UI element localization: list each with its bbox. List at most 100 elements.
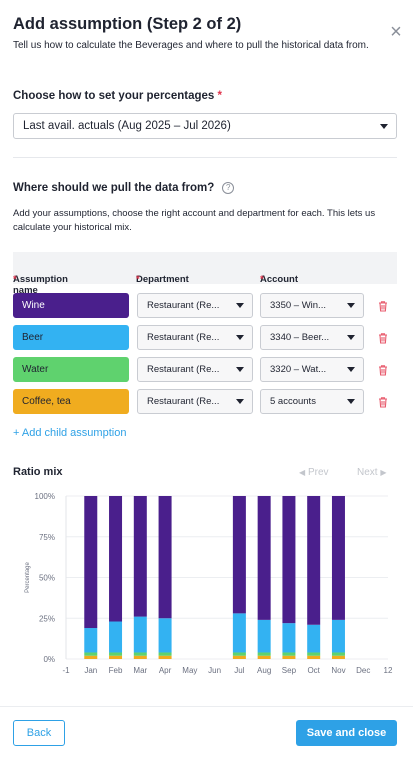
y-tick-label: 100% [35, 492, 55, 501]
account-select[interactable]: 3320 – Wat... [260, 357, 364, 382]
account-select-value: 3350 – Win... [270, 300, 326, 311]
bar-segment [257, 655, 271, 659]
required-mark: * [13, 274, 17, 285]
chevron-down-icon [347, 303, 355, 308]
bar-segment [232, 655, 246, 659]
account-select-value: 3320 – Wat... [270, 364, 327, 375]
chevron-down-icon [236, 399, 244, 404]
percentages-select[interactable]: Last avail. actuals (Aug 2025 – Jul 2026… [13, 113, 397, 139]
footer-divider [0, 706, 413, 707]
account-select[interactable]: 3350 – Win... [260, 293, 364, 318]
bar-segment [282, 496, 296, 624]
bar-segment [257, 619, 271, 653]
trash-icon[interactable] [376, 395, 390, 409]
account-select[interactable]: 3340 – Beer... [260, 325, 364, 350]
bar-segment [84, 628, 98, 653]
trash-icon[interactable] [376, 299, 390, 313]
department-select-value: Restaurant (Re... [147, 300, 220, 311]
bar-segment [109, 496, 123, 622]
bar-segment [133, 652, 147, 656]
x-tick-label: Oct [307, 666, 320, 675]
bar-segment [109, 655, 123, 659]
prev-label: Prev [307, 467, 329, 478]
x-tick-label: Jan [84, 666, 97, 675]
x-tick-label: Feb [109, 666, 123, 675]
close-icon[interactable]: × [385, 22, 407, 45]
save-and-close-button[interactable]: Save and close [296, 720, 397, 746]
percentages-label-text: Choose how to set your percentages [13, 90, 215, 102]
ratio-mix-chart: 0% 25% 50% 75% 100% Percentage -1 Jan Feb Mar Apr M… [25, 492, 393, 675]
question-circle-icon[interactable]: ? [222, 182, 235, 194]
chevron-left-icon: ◀ [299, 468, 306, 477]
modal-subtitle: Tell us how to calculate the Beverages a… [13, 40, 369, 51]
chevron-down-icon [236, 303, 244, 308]
column-header-label: Department [136, 274, 189, 285]
bar-segment [133, 496, 147, 617]
bar-segment [109, 621, 123, 653]
add-child-assumption-link[interactable]: + Add child assumption [13, 427, 126, 439]
x-tick-label: Mar [133, 666, 147, 675]
x-tick-label: Jul [234, 666, 244, 675]
data-source-heading-text: Where should we pull the data from? [13, 182, 215, 194]
bar-segment [257, 496, 271, 620]
section-divider [13, 157, 397, 158]
bar-segment [232, 613, 246, 653]
chevron-down-icon [380, 123, 388, 129]
x-tick-label: 12 [384, 666, 393, 675]
ratio-mix-title: Ratio mix [13, 466, 63, 478]
bar-segment [133, 616, 147, 653]
department-select[interactable]: Restaurant (Re... [137, 325, 253, 350]
bar-segment [307, 496, 321, 625]
bar-segment [331, 652, 345, 656]
trash-icon[interactable] [376, 331, 390, 345]
required-mark: * [217, 90, 222, 102]
x-tick-label: Aug [257, 666, 271, 675]
prev-button[interactable]: ◀ Prev [299, 467, 329, 478]
account-select-value: 5 accounts [270, 396, 316, 407]
column-header-label: Account [260, 274, 298, 285]
assumption-chip-beer[interactable]: Beer [13, 325, 129, 350]
department-select-value: Restaurant (Re... [147, 332, 220, 343]
next-button[interactable]: Next ▶ [357, 467, 387, 478]
x-tick-label: Sep [282, 666, 297, 675]
assumption-chip-wine[interactable]: Wine [13, 293, 129, 318]
bar-segment [232, 496, 246, 614]
required-mark: * [136, 274, 140, 285]
bar-segment [307, 655, 321, 659]
bar-segment [282, 655, 296, 659]
department-select[interactable]: Restaurant (Re... [137, 357, 253, 382]
y-tick-label: 25% [39, 614, 55, 623]
trash-icon[interactable] [376, 363, 390, 377]
bar-segment [307, 624, 321, 653]
back-button[interactable]: Back [13, 720, 65, 746]
x-tick-label: Nov [331, 666, 345, 675]
table-header: Assumption name * Department * Account * [13, 252, 397, 296]
bar-segment [331, 655, 345, 659]
account-select-value: 3340 – Beer... [270, 332, 330, 343]
percentages-label: Choose how to set your percentages * [13, 90, 222, 102]
x-tick-label: May [182, 666, 197, 675]
bar-segment [109, 652, 123, 656]
account-select[interactable]: 5 accounts [260, 389, 364, 414]
x-tick-label: -1 [62, 666, 70, 675]
bar-segment [133, 655, 147, 659]
bar-segment [158, 652, 172, 656]
next-label: Next [357, 467, 378, 478]
department-select-value: Restaurant (Re... [147, 364, 220, 375]
bar-segment [307, 652, 321, 656]
chevron-right-icon: ▶ [380, 468, 387, 477]
assumption-chip-coffee-tea[interactable]: Coffee, tea [13, 389, 129, 414]
chevron-down-icon [347, 399, 355, 404]
assumption-chip-water[interactable]: Water [13, 357, 129, 382]
y-tick-label: 75% [39, 533, 55, 542]
bar-segment [158, 496, 172, 619]
department-select[interactable]: Restaurant (Re... [137, 293, 253, 318]
department-select[interactable]: Restaurant (Re... [137, 389, 253, 414]
bar-segment [282, 623, 296, 653]
chevron-down-icon [236, 335, 244, 340]
bar-segment [257, 652, 271, 656]
modal-title: Add assumption (Step 2 of 2) [13, 15, 242, 33]
y-axis-label: Percentage [25, 562, 31, 593]
bar-segment [282, 652, 296, 656]
percentages-select-value: Last avail. actuals (Aug 2025 – Jul 2026… [23, 120, 231, 132]
